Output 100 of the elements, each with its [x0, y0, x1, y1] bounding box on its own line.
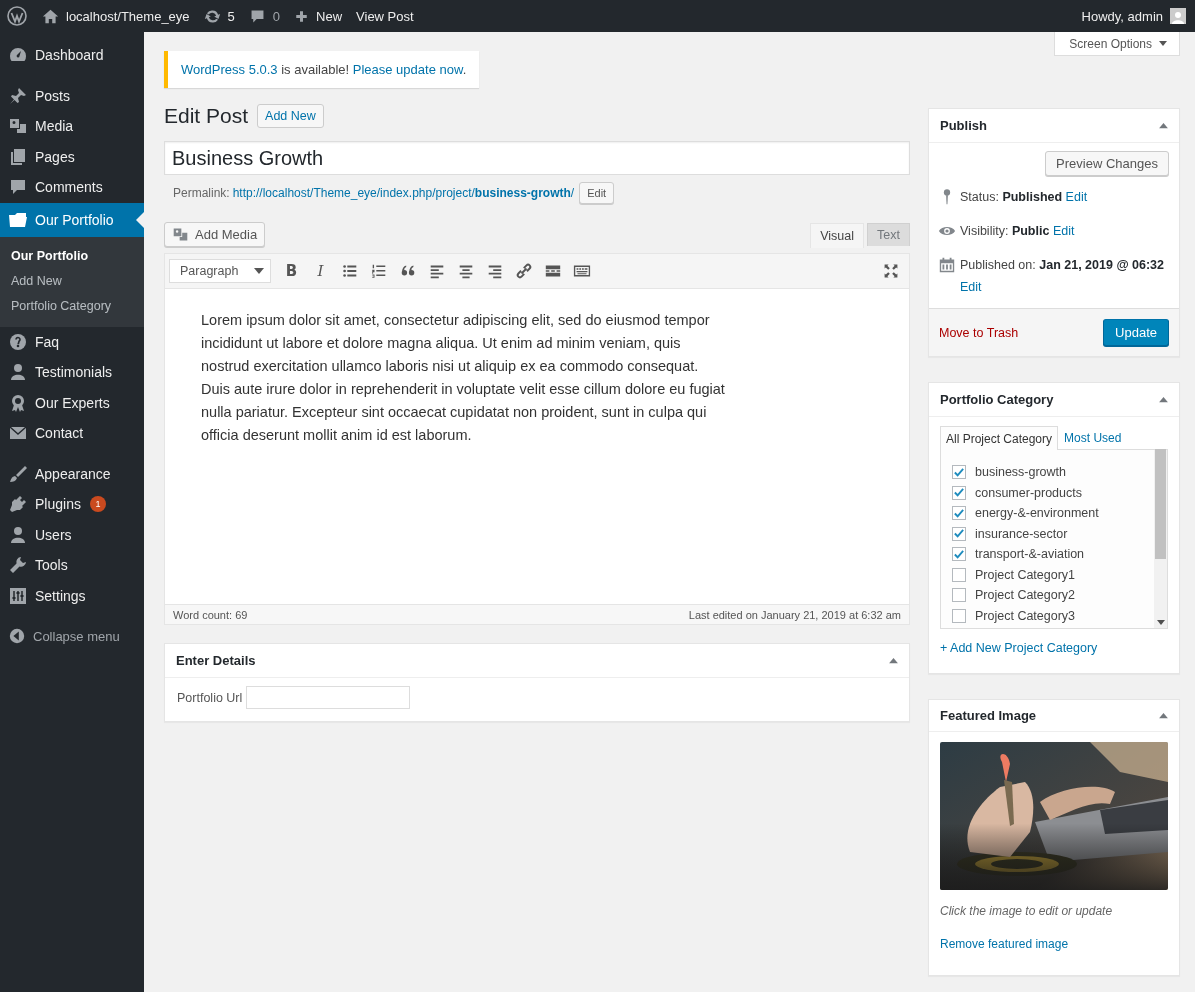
page-title: Edit Post [164, 104, 249, 128]
menu-item[interactable]: Users [0, 519, 144, 550]
calendar-icon [938, 256, 956, 274]
post-content[interactable]: Lorem ipsum dolor sit amet, consectetur adipiscing elit, sed do eiusmod tempor incididunt ut labore et dolore magna aliqua. Ut enim ad minim veniam, quis nostrud exercitation ullamco laboris nisi ut aliquip ex ea commodo consequat. Duis aute irure dolor in reprehenderit in voluptate velit esse cillum dolore eu fugiat nulla pariatur. Excepteur sint occaecat cupidatat non proident, sunt in culpa qui officia deserunt mollit anim id est laborum. [201, 309, 731, 447]
dropdown-arrow-icon [1159, 41, 1167, 46]
plug-icon [8, 494, 28, 515]
category-label: consumer-products [975, 485, 1082, 500]
fullscreen-icon [882, 263, 899, 279]
view-post-link[interactable]: View Post [349, 0, 421, 32]
add-category-link[interactable]: + Add New Project Category [940, 641, 1098, 655]
italic-button[interactable]: I [306, 257, 335, 285]
brush-icon [8, 463, 28, 484]
scrollbar[interactable] [1154, 450, 1167, 628]
box-title: Publish [940, 118, 987, 133]
home-icon [42, 7, 59, 25]
checkbox[interactable] [952, 588, 966, 603]
menu-item[interactable]: Appearance [0, 458, 144, 489]
notice-text: WordPress 5.0.3 is available! Please update now. [181, 61, 467, 79]
checkbox[interactable] [952, 465, 966, 480]
checkbox[interactable] [952, 567, 966, 582]
menu-item[interactable]: Settings [0, 580, 144, 611]
bulleted-list-icon [340, 262, 359, 280]
avatar-icon [1170, 8, 1186, 24]
submenu-item[interactable]: Our Portfolio [0, 243, 144, 269]
menu-item[interactable]: Tools [0, 550, 144, 581]
box-title: Portfolio Category [940, 392, 1054, 407]
screen-options-tab[interactable]: Screen Options [1054, 32, 1180, 56]
title-field[interactable]: Business Growth [164, 141, 910, 175]
category-tab[interactable]: All Project Category [940, 426, 1059, 450]
box-title: Enter Details [176, 653, 256, 668]
person-icon [8, 362, 28, 383]
bold-button[interactable]: B [277, 257, 306, 285]
comments-link[interactable]: 0 [241, 0, 288, 32]
format-dropdown[interactable]: Paragraph [169, 259, 271, 283]
collapse-menu-button[interactable]: Collapse menu [0, 621, 144, 651]
submenu-item[interactable]: Add New [0, 268, 144, 294]
edit-link[interactable]: Edit [1065, 190, 1088, 204]
category-label: Project Category1 [975, 567, 1076, 582]
version-link[interactable]: WordPress 5.0.3 [181, 62, 278, 77]
collapse-icon [8, 627, 26, 645]
scroll-down-arrow-icon[interactable] [1156, 620, 1165, 625]
permalink-link[interactable]: http://localhost/Theme_eye/index.php/project/business-growth/ [232, 186, 575, 200]
category-label: transport-&-aviation [975, 547, 1085, 562]
category-tab[interactable]: Most Used [1058, 425, 1128, 449]
menu-item[interactable]: Testimonials [0, 357, 144, 388]
collapse-arrow-icon [1159, 122, 1168, 129]
menu-item[interactable]: Contact [0, 418, 144, 449]
category-label: energy-&-environment [975, 506, 1099, 521]
plus-icon [294, 8, 310, 24]
update-link[interactable]: Please update now [352, 62, 463, 77]
media-icon [172, 226, 189, 243]
menu-item[interactable]: Posts [0, 80, 144, 111]
checkbox[interactable] [952, 547, 966, 562]
checkbox[interactable] [952, 506, 966, 521]
category-label: Project Category2 [975, 588, 1076, 603]
add-new-button[interactable]: Add New [257, 104, 324, 128]
wordpress-logo-icon [7, 6, 27, 26]
link-icon [514, 262, 533, 280]
preview-changes-button[interactable]: Preview Changes [1045, 151, 1169, 176]
checkbox[interactable] [952, 608, 966, 623]
remove-image-link[interactable]: Remove featured image [940, 937, 1069, 951]
menu-item[interactable]: Faq [0, 326, 144, 357]
count-badge: 1 [89, 496, 106, 513]
collapse-arrow-icon [1159, 396, 1168, 403]
move-to-trash-link[interactable]: Move to Trash [939, 325, 1019, 340]
menu-item[interactable]: Media [0, 111, 144, 142]
pushpin-icon [8, 85, 28, 106]
menu-item[interactable]: Our Experts [0, 387, 144, 418]
edit-permalink-button[interactable]: Edit [579, 182, 615, 204]
portfolio-url-field[interactable] [246, 686, 411, 709]
menu-item[interactable]: Plugins 1 [0, 489, 144, 520]
collapse-arrow-icon [1159, 712, 1168, 719]
menu-item[interactable]: Pages [0, 141, 144, 172]
publish-setting-text: Status: Published Edit [960, 190, 1088, 204]
editor-tab[interactable]: Visual [810, 223, 865, 248]
checkbox[interactable] [952, 526, 966, 541]
checkbox[interactable] [952, 485, 966, 500]
edit-link[interactable]: Edit [960, 280, 982, 294]
menu-item[interactable]: Comments [0, 172, 144, 203]
menu-item[interactable]: Dashboard [0, 40, 144, 71]
collapse-arrow-icon [889, 657, 898, 664]
numbered-list-icon [369, 262, 388, 280]
update-button[interactable]: Update [1103, 319, 1169, 346]
dropdown-arrow-icon [254, 268, 264, 274]
menu-item[interactable]: Our Portfolio [0, 202, 144, 237]
submenu-item[interactable]: Portfolio Category [0, 293, 144, 319]
sliders-icon [8, 585, 28, 606]
image-caption: Click the image to edit or update [940, 904, 1114, 918]
account-menu[interactable]: Howdy, admin [1074, 0, 1193, 32]
pages-icon [8, 146, 28, 167]
category-label: insurance-sector [975, 526, 1068, 541]
last-edited-text: Last edited on January 21, 2019 at 6:32 am [688, 608, 901, 621]
person-icon [8, 524, 28, 545]
add-media-button[interactable]: Add Media [164, 222, 266, 247]
category-label: business-growth [975, 465, 1066, 480]
edit-link[interactable]: Edit [1052, 224, 1075, 238]
site-link[interactable]: localhost/Theme_eye [35, 0, 197, 32]
publish-setting-text: Visibility: Public Edit [960, 224, 1075, 238]
updates-link[interactable]: 5 [196, 0, 242, 32]
new-link[interactable]: New [287, 0, 350, 32]
